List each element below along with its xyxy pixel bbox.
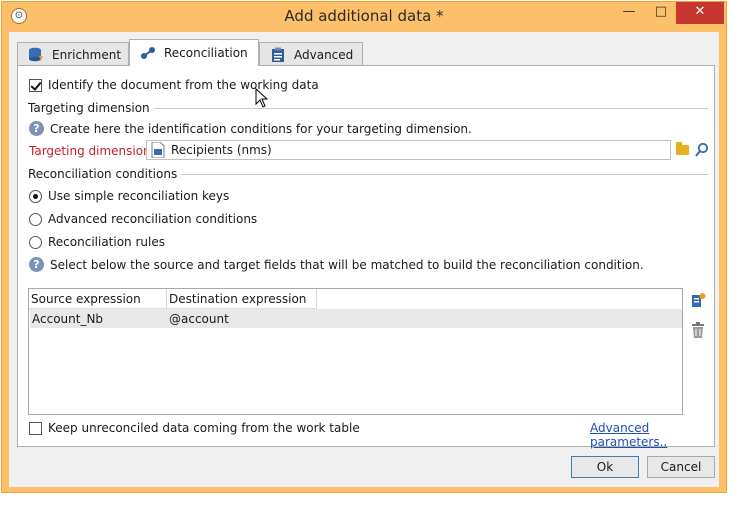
maximize-button[interactable]: □ (646, 2, 676, 24)
add-condition-icon[interactable] (690, 292, 706, 308)
cancel-button[interactable]: Cancel (647, 456, 715, 478)
link-icon (140, 45, 156, 61)
radio-reconciliation-rules[interactable] (29, 235, 42, 249)
dialog-window: ⊙ Add additional data * — □ ✕ Enrichment (1, 1, 727, 493)
reconciliation-help-text: Select below the source and target field… (50, 257, 644, 272)
tab-enrichment[interactable]: Enrichment (17, 42, 129, 66)
reconciliation-section-header: Reconciliation conditions (28, 167, 708, 181)
clipboard-icon (270, 47, 286, 63)
folder-icon[interactable] (676, 142, 689, 155)
targeting-dimension-label-text: Targeting dimension: (29, 144, 155, 158)
close-button[interactable]: ✕ (676, 2, 724, 24)
tab-advanced-label: Advanced (294, 47, 354, 62)
tab-reconciliation[interactable]: Reconciliation (129, 39, 259, 66)
keep-unreconciled-checkbox[interactable] (29, 421, 42, 435)
section-divider (181, 173, 708, 175)
column-header-source[interactable]: Source expression (29, 289, 167, 308)
database-icon (28, 47, 44, 63)
targeting-section-label: Targeting dimension (28, 101, 150, 115)
schema-icon (151, 141, 167, 159)
dialog-body: Enrichment Reconciliation Advanced Ident… (9, 32, 719, 487)
option-advanced-conditions[interactable]: Advanced reconciliation conditions (29, 212, 257, 226)
cell-source[interactable]: Account_Nb (30, 312, 167, 326)
identify-row[interactable]: Identify the document from the working d… (29, 78, 319, 92)
tab-advanced[interactable]: Advanced (259, 42, 363, 66)
advanced-parameters-link[interactable]: Advanced parameters.. (590, 421, 714, 449)
reconciliation-section-label: Reconciliation conditions (28, 167, 178, 181)
ok-button[interactable]: Ok (571, 456, 639, 478)
targeting-help-row: ? Create here the identification conditi… (29, 121, 472, 136)
tab-reconciliation-label: Reconciliation (164, 46, 248, 60)
option-advanced-conditions-label: Advanced reconciliation conditions (48, 212, 258, 226)
identify-label: Identify the document from the working d… (48, 78, 319, 92)
radio-simple-keys[interactable] (29, 189, 42, 203)
identify-checkbox[interactable] (29, 78, 42, 92)
option-simple-keys-label: Use simple reconciliation keys (48, 189, 230, 203)
reconciliation-grid[interactable]: Source expression Destination expression… (28, 288, 683, 415)
reconciliation-panel: Identify the document from the working d… (17, 65, 715, 449)
section-divider (153, 107, 708, 109)
grid-header: Source expression Destination expression (29, 289, 317, 309)
trash-icon[interactable] (691, 322, 705, 338)
keep-unreconciled-row[interactable]: Keep unreconciled data coming from the w… (29, 421, 360, 435)
targeting-dimension-field[interactable]: Recipients (nms) (146, 140, 671, 160)
radio-advanced-conditions[interactable] (29, 212, 42, 226)
help-icon: ? (29, 257, 44, 272)
column-header-destination[interactable]: Destination expression (167, 289, 317, 308)
option-reconciliation-rules[interactable]: Reconciliation rules (29, 235, 165, 249)
reconciliation-help-row: ? Select below the source and target fie… (29, 257, 644, 272)
targeting-dimension-label: Targeting dimension: (29, 144, 155, 158)
mouse-cursor-icon (255, 87, 269, 108)
targeting-section-header: Targeting dimension (28, 101, 708, 115)
search-icon[interactable] (694, 142, 710, 158)
tab-enrichment-label: Enrichment (52, 47, 122, 62)
title-bar[interactable]: ⊙ Add additional data * — □ ✕ (2, 2, 726, 30)
keep-unreconciled-label: Keep unreconciled data coming from the w… (48, 421, 360, 435)
cell-destination[interactable]: @account (167, 312, 317, 326)
minimize-button[interactable]: — (612, 2, 646, 24)
targeting-dimension-value: Recipients (nms) (171, 143, 272, 157)
help-icon: ? (29, 121, 44, 136)
table-row[interactable]: Account_Nb @account (30, 309, 682, 328)
option-simple-keys[interactable]: Use simple reconciliation keys (29, 189, 229, 203)
option-reconciliation-rules-label: Reconciliation rules (48, 235, 165, 249)
targeting-help-text: Create here the identification condition… (50, 121, 472, 136)
